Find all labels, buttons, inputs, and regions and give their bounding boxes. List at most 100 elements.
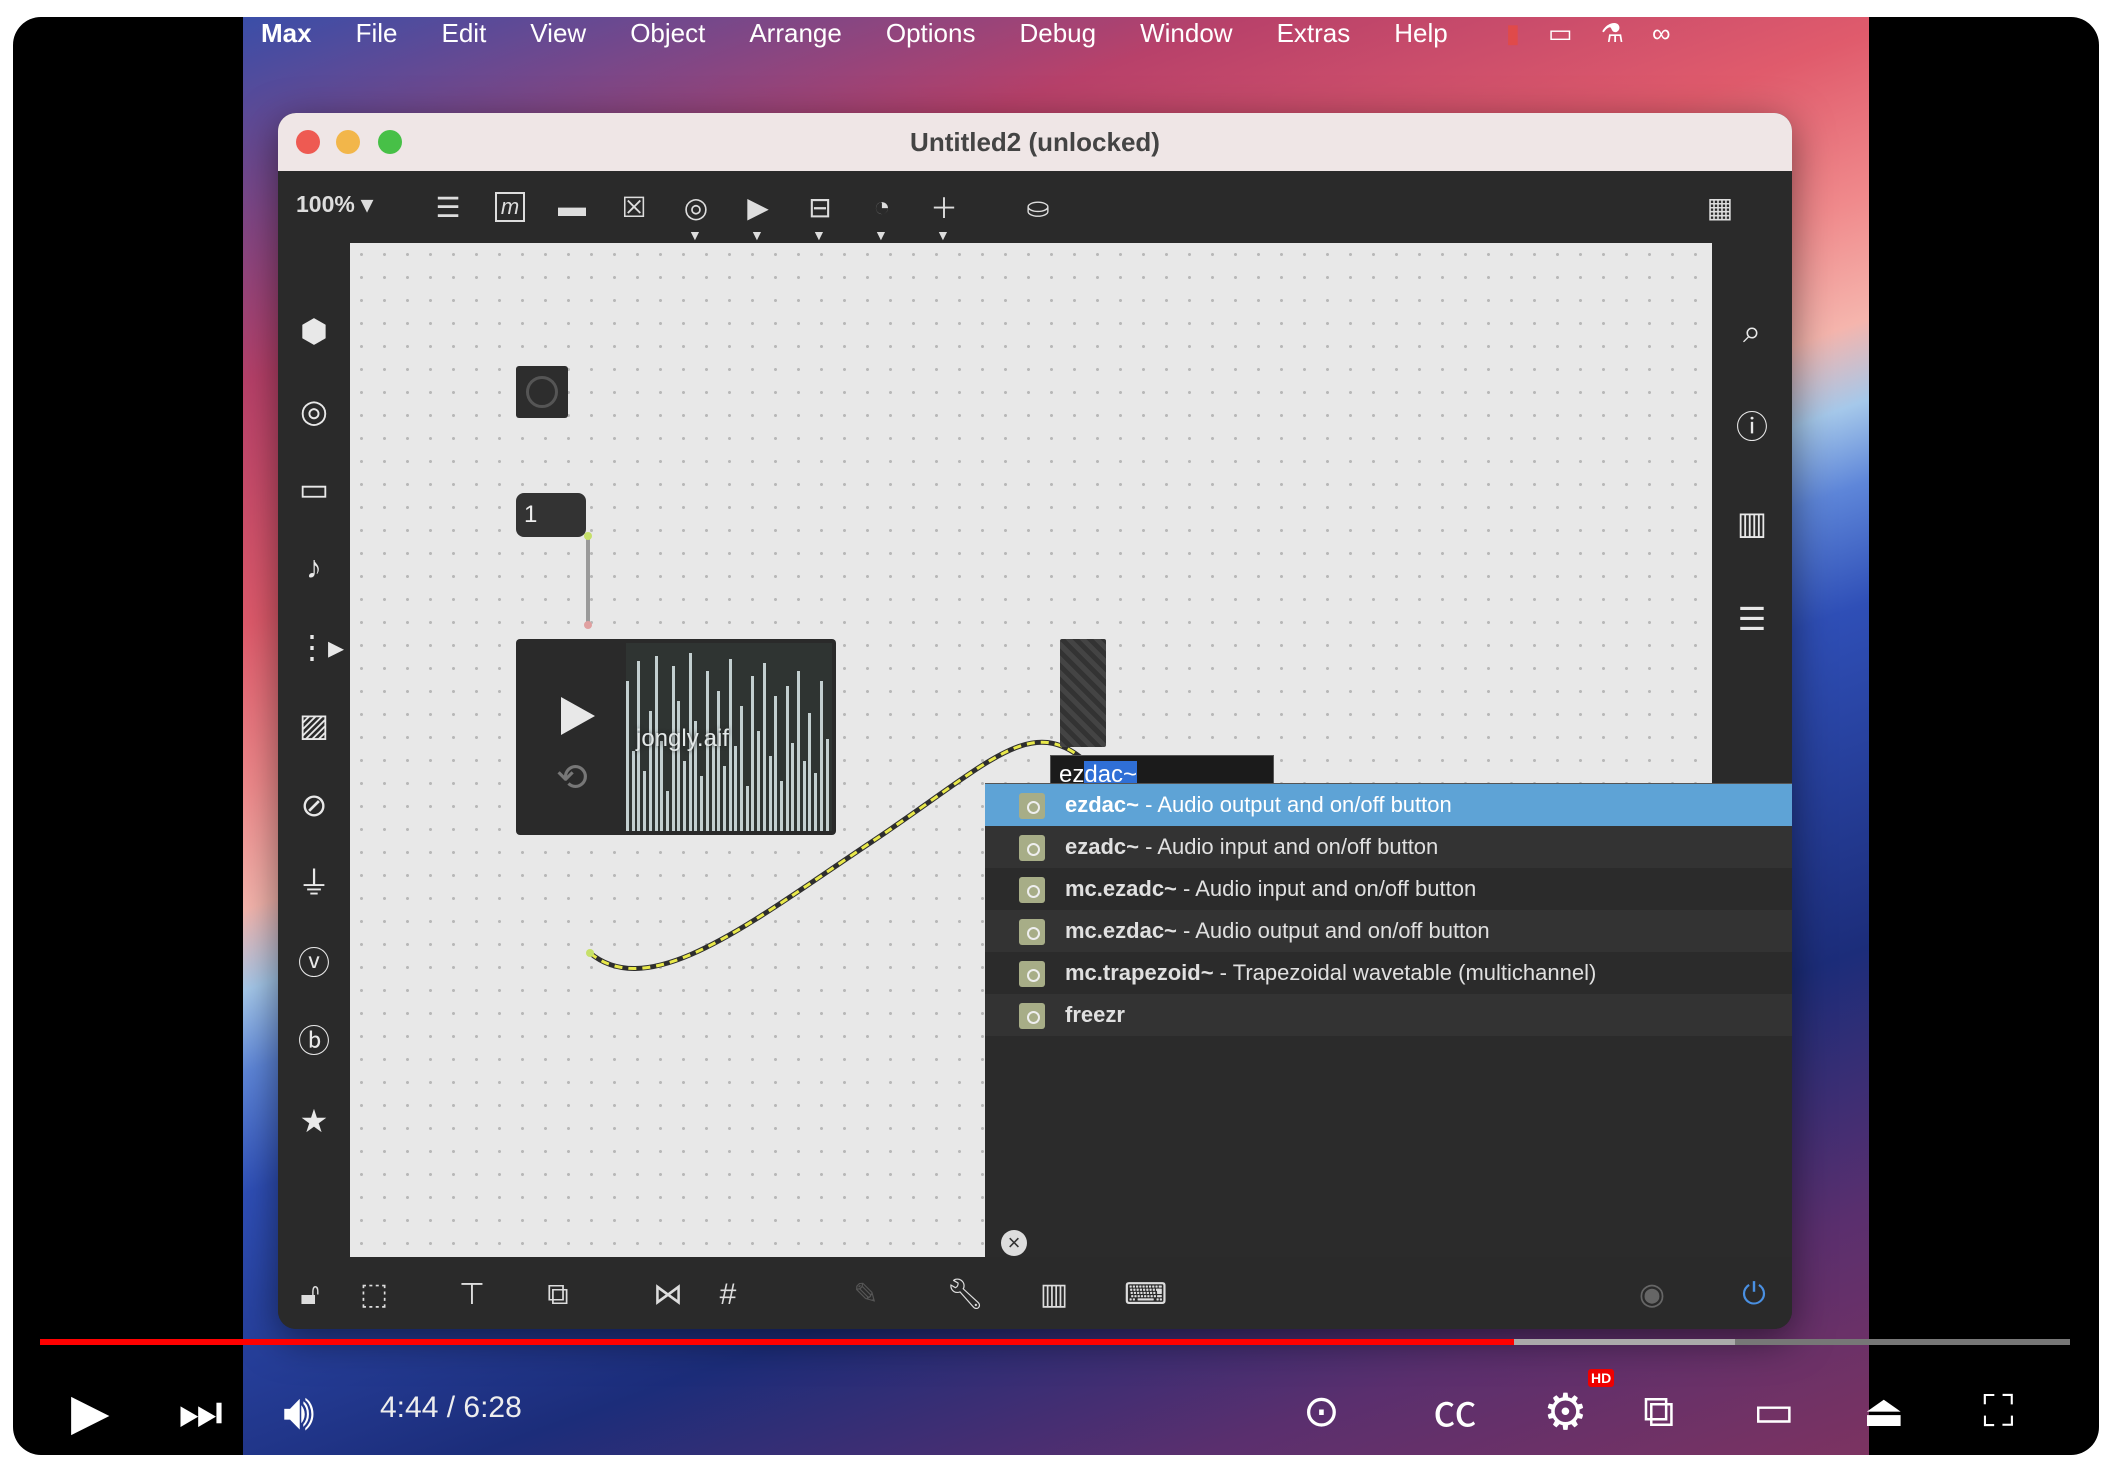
window-titlebar[interactable]: Untitled2 (unlocked) [278,113,1792,171]
volume-icon[interactable]: 🔊︎ [283,1387,315,1437]
menu-edit[interactable]: Edit [441,18,486,49]
film-icon[interactable]: ▭ [296,471,332,507]
transport-icon[interactable]: ◉ [1634,1277,1670,1313]
settings-icon[interactable]: ⚙ [1543,1387,1588,1437]
autocomplete-item[interactable]: mc.ezadc~ - Audio input and on/off butto… [985,868,1792,910]
power-icon[interactable]: ⏻ [1736,1277,1772,1313]
menu-options[interactable]: Options [886,18,976,49]
waveform-bar [825,739,829,831]
autoplay-toggle[interactable]: ⊙ [1303,1387,1340,1437]
reference-book-icon[interactable]: ▥ [1734,505,1770,541]
grid-icon[interactable]: # [710,1277,746,1313]
mute-cords-icon[interactable]: ⋈ [650,1277,686,1313]
record-icon[interactable]: ▮ [1506,18,1520,49]
info-icon[interactable]: ⓘ [1734,409,1770,445]
target-icon[interactable]: ◎ [296,393,332,429]
autocomplete-item[interactable]: mc.trapezoid~ - Trapezoidal wavetable (m… [985,952,1792,994]
menu-arrange[interactable]: Arrange [749,18,842,49]
star-icon[interactable]: ★ [296,1103,332,1139]
keyboard-icon[interactable]: ⌨ [1124,1277,1167,1313]
button-icon[interactable]: ◎ ▼ [678,189,714,244]
fullscreen-icon[interactable]: ⛶ [1983,1387,2014,1437]
waveform-bar [757,731,761,831]
dial-icon[interactable]: ◔ ▼ [864,189,900,243]
item-name: mc.ezadc~ [1065,876,1177,901]
menu-object[interactable]: Object [630,18,705,49]
close-icon[interactable]: × [1001,1230,1027,1256]
menu-max[interactable]: Max [261,18,312,49]
plug-icon[interactable]: ⏚ [296,865,332,901]
airplay-icon[interactable]: ⏏ [1863,1387,1905,1437]
autocomplete-item[interactable]: freezr [985,994,1792,1036]
slider-icon[interactable]: ⊟ ▼ [802,189,838,244]
object-type-icon [1019,919,1045,945]
paperclip-icon[interactable]: ⊘ [296,787,332,823]
comment-icon[interactable]: ▬ [554,189,590,225]
toggle-icon[interactable]: ☒ [616,189,652,225]
toggle-ring [526,376,558,408]
paint-bucket-icon[interactable]: ⛀ [1020,189,1056,225]
patcher-bottom-toolbar: 🔓︎ ⬚ ⊤ ⧉ ⋈ # ✎ 🔧︎ ▥ ⌨ ◉ ⏻ [278,1257,1792,1329]
menu-debug[interactable]: Debug [1019,18,1096,49]
bpatcher-icon[interactable]: ⓑ [296,1023,332,1059]
menu-file[interactable]: File [356,18,398,49]
zoom-select[interactable]: 100% ▾ [296,191,373,218]
flask-icon[interactable]: ⚗ [1601,18,1624,49]
progress-played[interactable] [40,1339,1514,1345]
patcher-toolbar: 100% ▾ ☰ m ▬ ☒ ◎ ▼ ▶ ▼ ⊟ ▼ ◔ ▼ ＋ ▼ ⛀ ▦ [278,171,1792,243]
packages-icon[interactable]: ⬢ [296,313,332,349]
list-icon[interactable]: ☰ [1734,601,1770,637]
ezdac-object-placeholder[interactable] [1060,639,1106,747]
vizzie-icon[interactable]: ⓥ [296,945,332,981]
max-patcher-window: Untitled2 (unlocked) 100% ▾ ☰ m ▬ ☒ ◎ ▼ ▶… [278,113,1792,1329]
waveform-bar [808,713,812,831]
message-box-icon[interactable]: m [492,189,528,225]
message-box[interactable]: 1 [516,493,586,537]
playlist-object[interactable]: ⟲ jongly.aif [516,639,836,835]
piano-icon[interactable]: ▥ [1036,1277,1072,1313]
waveform-bar [779,781,783,831]
search-icon[interactable]: ⌕ [1734,313,1770,349]
loop-icon[interactable]: ⟲ [556,755,588,800]
theater-mode-icon[interactable]: ▭ [1753,1387,1795,1437]
playbar-icon[interactable]: ▶ ▼ [740,189,776,244]
waveform-bar [626,681,629,831]
captions-icon[interactable]: ㏄ [1433,1387,1477,1437]
autocomplete-item[interactable]: ezdac~ - Audio output and on/off button [985,784,1792,826]
waveform-bar [762,663,766,831]
menu-view[interactable]: View [530,18,586,49]
add-icon[interactable]: ✎ [848,1277,884,1313]
waveform-bar [791,743,795,831]
infinity-icon[interactable]: ∞ [1652,18,1671,49]
item-name: mc.trapezoid~ [1065,960,1214,985]
waveform-bar [722,766,726,831]
video-frame[interactable]: Max File Edit View Object Arrange Option… [243,17,1869,1455]
image-icon[interactable]: ▨ [296,707,332,743]
miniplayer-icon[interactable]: ⧉ [1643,1387,1674,1437]
presentation-select-icon[interactable]: ⬚ [356,1277,392,1313]
lock-icon[interactable]: 🔓︎ [292,1277,328,1313]
grid-view-icon[interactable]: ▦ [1702,189,1738,225]
autocomplete-item[interactable]: mc.ezdac~ - Audio output and on/off butt… [985,910,1792,952]
layers-icon[interactable]: ⧉ [540,1277,576,1313]
plus-icon[interactable]: ＋ ▼ [926,189,962,243]
waveform-bar [797,671,800,831]
menu-extras[interactable]: Extras [1277,18,1351,49]
waveform-bar [802,761,806,831]
item-desc: - Trapezoidal wavetable (multichannel) [1213,960,1597,985]
toggle-object[interactable] [516,366,568,418]
new-object-icon[interactable]: ☰ [430,189,466,225]
presentation-icon[interactable]: ⊤ [454,1277,490,1313]
object-type-icon [1019,877,1045,903]
play-icon[interactable] [561,697,595,735]
play-button[interactable]: ▶ [71,1387,109,1437]
autocomplete-item[interactable]: ezadc~ - Audio input and on/off button [985,826,1792,868]
menu-help[interactable]: Help [1394,18,1447,49]
display-icon[interactable]: ▭ [1548,18,1573,49]
sequencer-icon[interactable]: ⋮▸ [296,629,344,665]
object-type-icon [1019,961,1045,987]
music-note-icon[interactable]: ♪ [296,549,332,585]
next-button[interactable]: ⏭ [178,1387,223,1437]
wrench-icon[interactable]: 🔧︎ [946,1277,984,1313]
menu-window[interactable]: Window [1140,18,1232,49]
